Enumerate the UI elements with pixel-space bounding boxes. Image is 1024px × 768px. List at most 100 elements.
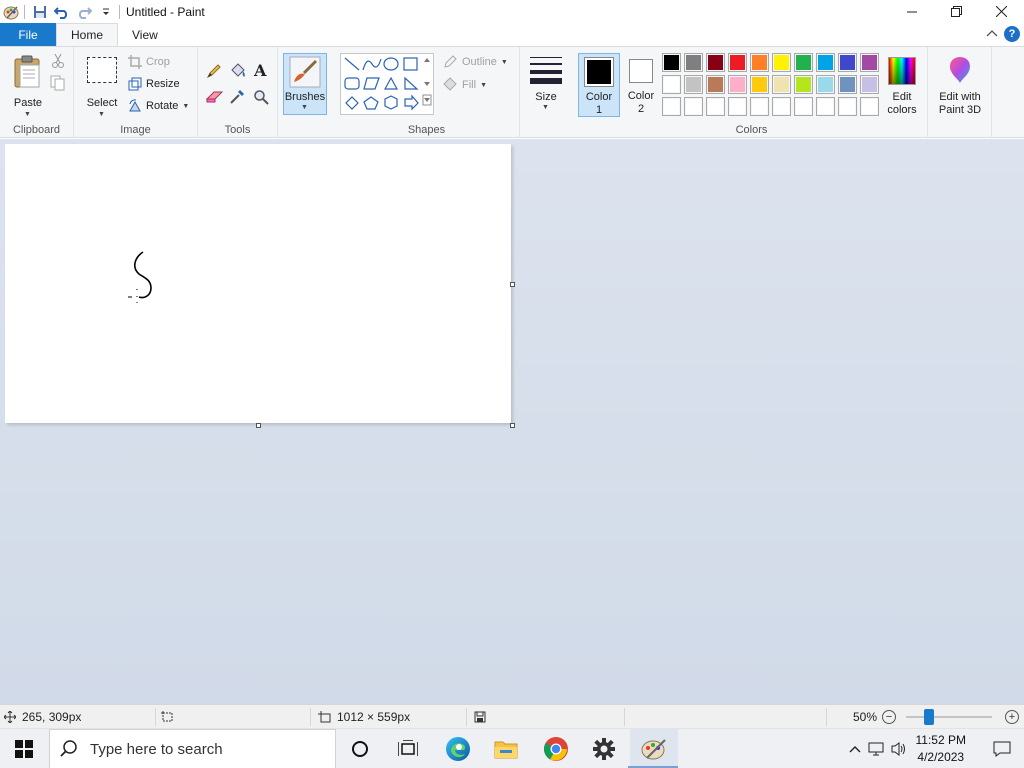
palette-swatch[interactable] bbox=[750, 75, 769, 94]
palette-swatch[interactable] bbox=[772, 97, 791, 116]
palette-swatch[interactable] bbox=[816, 75, 835, 94]
crop-label: Crop bbox=[146, 56, 170, 68]
palette-swatch[interactable] bbox=[838, 75, 857, 94]
palette-swatch[interactable] bbox=[706, 53, 725, 72]
resize-handle-right[interactable] bbox=[510, 282, 515, 287]
minimize-button[interactable] bbox=[889, 0, 934, 23]
palette-swatch[interactable] bbox=[860, 97, 879, 116]
task-view-button[interactable] bbox=[384, 729, 432, 768]
palette-swatch[interactable] bbox=[794, 75, 813, 94]
cortana-button[interactable] bbox=[336, 729, 384, 768]
maximize-button[interactable] bbox=[934, 0, 979, 23]
palette-swatch[interactable] bbox=[662, 53, 681, 72]
magnifier-icon[interactable] bbox=[253, 89, 269, 108]
palette-swatch-color bbox=[796, 77, 811, 92]
palette-swatch[interactable] bbox=[750, 53, 769, 72]
pencil-icon[interactable] bbox=[206, 63, 222, 82]
zoom-out-button[interactable]: − bbox=[882, 710, 896, 724]
palette-swatch[interactable] bbox=[728, 75, 747, 94]
resize-handle-bottom[interactable] bbox=[256, 423, 261, 428]
redo-icon[interactable] bbox=[73, 1, 95, 23]
settings-taskbar-button[interactable] bbox=[580, 729, 628, 768]
palette-swatch-color bbox=[664, 77, 679, 92]
palette-swatch[interactable] bbox=[794, 97, 813, 116]
quick-access-divider bbox=[24, 4, 25, 19]
palette-swatch[interactable] bbox=[706, 97, 725, 116]
outline-icon bbox=[444, 55, 457, 68]
palette-swatch[interactable] bbox=[662, 97, 681, 116]
edit-with-paint3d-button[interactable]: Edit with Paint 3D bbox=[932, 53, 988, 117]
palette-swatch-color bbox=[774, 99, 789, 114]
show-hidden-icons-button[interactable] bbox=[844, 745, 866, 753]
taskbar-search-box[interactable]: Type here to search bbox=[49, 729, 336, 768]
cut-icon[interactable] bbox=[50, 53, 66, 72]
edge-taskbar-button[interactable] bbox=[434, 729, 482, 768]
taskbar: Type here to search 11:52 PM 4/2/2023 bbox=[0, 728, 1024, 768]
palette-swatch[interactable] bbox=[728, 97, 747, 116]
resize-button[interactable]: Resize bbox=[128, 74, 180, 94]
select-button[interactable]: Select ▼ bbox=[82, 53, 122, 119]
palette-swatch-color bbox=[708, 55, 723, 70]
rotate-button[interactable]: Rotate ▼ bbox=[128, 96, 189, 116]
zoom-in-button[interactable]: + bbox=[1005, 710, 1019, 724]
palette-swatch[interactable] bbox=[838, 97, 857, 116]
paint-app-icon[interactable] bbox=[0, 1, 22, 23]
palette-swatch[interactable] bbox=[816, 97, 835, 116]
brushes-button[interactable]: Brushes ▼ bbox=[283, 53, 327, 115]
tab-view[interactable]: View bbox=[118, 23, 172, 46]
fill-bucket-icon[interactable] bbox=[229, 63, 247, 82]
close-button[interactable] bbox=[979, 0, 1024, 23]
clock[interactable]: 11:52 PM 4/2/2023 bbox=[916, 732, 966, 766]
help-icon[interactable]: ? bbox=[1004, 26, 1020, 42]
fill-button[interactable]: Fill ▼ bbox=[442, 75, 487, 95]
palette-swatch[interactable] bbox=[706, 75, 725, 94]
volume-button[interactable] bbox=[888, 741, 910, 757]
outline-button[interactable]: Outline ▼ bbox=[442, 52, 508, 72]
size-button[interactable]: Size ▼ bbox=[528, 53, 564, 115]
paint3d-group: Edit with Paint 3D bbox=[928, 47, 992, 138]
palette-swatch[interactable] bbox=[794, 53, 813, 72]
tab-file[interactable]: File bbox=[0, 23, 56, 46]
color-picker-icon[interactable] bbox=[229, 89, 245, 108]
palette-swatch[interactable] bbox=[838, 53, 857, 72]
edit-colors-line1: Edit bbox=[892, 91, 912, 103]
collapse-ribbon-icon[interactable] bbox=[986, 29, 998, 39]
cursor-position-text: 265, 309px bbox=[22, 710, 82, 724]
customize-quick-access-icon[interactable] bbox=[95, 1, 117, 23]
chrome-taskbar-button[interactable] bbox=[532, 729, 580, 768]
palette-swatch[interactable] bbox=[684, 75, 703, 94]
palette-swatch[interactable] bbox=[662, 75, 681, 94]
paint-taskbar-button[interactable] bbox=[630, 729, 678, 768]
save-icon[interactable] bbox=[29, 1, 51, 23]
drawing-canvas[interactable] bbox=[5, 144, 511, 423]
file-explorer-taskbar-button[interactable] bbox=[482, 729, 530, 768]
paste-button[interactable]: Paste ▼ bbox=[8, 53, 48, 119]
eraser-icon[interactable] bbox=[205, 89, 224, 106]
zoom-slider-thumb[interactable] bbox=[924, 709, 934, 725]
brushes-dropdown-icon: ▼ bbox=[301, 104, 308, 111]
text-tool-icon[interactable]: A bbox=[254, 61, 266, 80]
rotate-label: Rotate bbox=[146, 100, 179, 112]
crop-button[interactable]: Crop bbox=[128, 52, 170, 72]
copy-icon[interactable] bbox=[50, 75, 66, 94]
zoom-slider-track[interactable] bbox=[906, 716, 992, 718]
palette-swatch[interactable] bbox=[728, 53, 747, 72]
undo-icon[interactable] bbox=[51, 1, 73, 23]
notifications-button[interactable] bbox=[980, 729, 1024, 768]
palette-swatch[interactable] bbox=[816, 53, 835, 72]
select-label: Select bbox=[86, 97, 118, 109]
palette-swatch[interactable] bbox=[860, 53, 879, 72]
palette-swatch[interactable] bbox=[772, 53, 791, 72]
network-button[interactable] bbox=[866, 741, 888, 757]
tab-home[interactable]: Home bbox=[56, 23, 119, 46]
palette-swatch[interactable] bbox=[772, 75, 791, 94]
palette-swatch[interactable] bbox=[860, 75, 879, 94]
palette-swatch-color bbox=[686, 77, 701, 92]
palette-swatch[interactable] bbox=[684, 53, 703, 72]
palette-swatch[interactable] bbox=[684, 97, 703, 116]
resize-handle-corner[interactable] bbox=[510, 423, 515, 428]
start-button[interactable] bbox=[0, 729, 48, 768]
edit-colors-button[interactable]: Edit colors bbox=[882, 53, 922, 117]
palette-swatch[interactable] bbox=[750, 97, 769, 116]
colors-group: Edit colors Colors bbox=[576, 47, 928, 138]
